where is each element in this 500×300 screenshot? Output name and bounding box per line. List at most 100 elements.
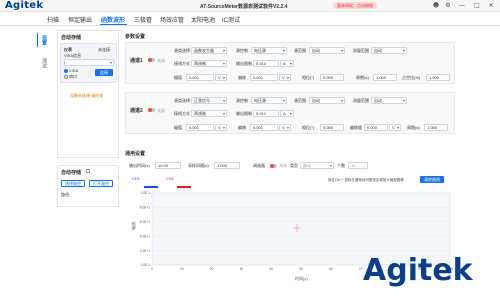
- ch2-source-control-label: 源控制: [236, 98, 248, 103]
- ch2-bias-input[interactable]: 0.000: [364, 124, 388, 131]
- ch2-offset-label: 偏移: [238, 125, 246, 130]
- maximize-icon[interactable]: □: [473, 2, 481, 10]
- ch2-source-control-select[interactable]: 电压源 ▾: [251, 97, 287, 104]
- ch1-wiring-select[interactable]: 两线制 ▾: [191, 60, 227, 67]
- left-nav: 设置 测试: [36, 33, 52, 300]
- menu-transistor[interactable]: 三极管: [134, 15, 152, 24]
- connect-button[interactable]: 连接: [95, 69, 113, 76]
- ch2-limit-unit-select[interactable]: A ▾: [280, 110, 294, 117]
- ch1-source-range-select[interactable]: 自动 ▾: [309, 47, 345, 54]
- ch1-source-type-select[interactable]: 函数发生器 ▾: [191, 47, 227, 54]
- resource-select[interactable]: ▾: [64, 59, 114, 66]
- ch1-phase-input[interactable]: 0.000: [320, 74, 344, 81]
- save-panel-title: 自动存储: [61, 170, 82, 176]
- ch2-measure-range-label: 测量范围: [353, 98, 369, 103]
- user-icon[interactable]: ☻: [432, 2, 440, 10]
- channel2-title: 通道2: [130, 108, 143, 114]
- ch1-amplitude-input[interactable]: 0.001: [186, 74, 214, 81]
- ch2-bias-unit-select[interactable]: V ▾: [389, 124, 401, 131]
- chevron-down-icon: ▾: [222, 111, 225, 116]
- ch2-offset-input[interactable]: 0.001: [250, 124, 278, 131]
- ch1-offset-unit-select[interactable]: V ▾: [279, 74, 291, 81]
- active-tab-indicator: [100, 24, 127, 25]
- y-tick-label: 2.0E+1: [140, 249, 150, 253]
- tuner-toggle[interactable]: [270, 164, 277, 168]
- channel1-toggle[interactable]: [148, 58, 155, 62]
- count-label: 个数: [337, 163, 345, 168]
- chevron-down-icon: ▾: [222, 48, 225, 53]
- close-icon[interactable]: ✕: [487, 2, 495, 10]
- ch1-duty-input[interactable]: 1.000: [426, 74, 450, 81]
- ch1-source-control-select[interactable]: 电压源 ▾: [251, 47, 287, 54]
- path-label: 路径:: [61, 192, 71, 197]
- ch2-wiring-select[interactable]: 两线制 ▾: [191, 110, 227, 117]
- x-tick-label: 0: [151, 267, 153, 271]
- ch1-offset-input[interactable]: 0.001: [250, 74, 278, 81]
- chevron-down-icon: ▾: [109, 60, 112, 65]
- radio-com[interactable]: 串口: [64, 74, 77, 80]
- channel2-toggle-label: 关闭: [157, 108, 165, 113]
- channel1-block: 通道1 关闭 源类选择 函数发生器 ▾ 源控制 电压源 ▾ 源范围 自动 ▾ 测量范围…: [125, 42, 455, 84]
- connection-panel-title: 自动存储: [61, 35, 82, 41]
- ch2-phase-input[interactable]: 0.000: [320, 124, 344, 131]
- nav-item-settings[interactable]: 设置: [41, 35, 47, 45]
- ch2-amplitude-unit-select[interactable]: V ▾: [215, 124, 227, 131]
- nav-item-test[interactable]: 测试: [41, 58, 47, 68]
- connection-warning-link[interactable]: 设备未连接!请检查: [70, 93, 103, 99]
- ch1-wiring-value: 两线制: [194, 61, 206, 66]
- ch2-period-label: 周期(s): [407, 125, 420, 130]
- ch2-wiring-label: 接线方式: [174, 111, 190, 116]
- ch1-amplitude-unit: V: [218, 75, 221, 80]
- legend-ch2-label: CH2: [166, 176, 175, 181]
- ch1-limit-input[interactable]: 0.010: [253, 60, 279, 67]
- plot-hint: 按住Ctrl + 鼠标左键拖动可框选区域放大局部图像: [328, 178, 404, 182]
- chevron-down-icon: ▾: [222, 125, 225, 130]
- chevron-down-icon: ▾: [340, 48, 343, 53]
- agitek-watermark-logo: Agitek: [363, 253, 473, 288]
- ch2-source-type-select[interactable]: 正弦信号 ▾: [191, 97, 227, 104]
- menu-scan[interactable]: 扫描: [47, 15, 59, 24]
- open-path-button[interactable]: 打开路径: [89, 180, 113, 187]
- menu-mosfet[interactable]: 场效应管: [160, 15, 184, 24]
- channel2-toggle[interactable]: [148, 108, 155, 112]
- menu-function-waveform[interactable]: 函数波形: [101, 15, 125, 24]
- type-select[interactable]: 移动 ▾: [300, 162, 334, 169]
- ch1-amplitude-unit-select[interactable]: V ▾: [215, 74, 227, 81]
- ch2-source-range-label: 源范围: [294, 98, 306, 103]
- save-panel: 自动存储 选择路径 打开路径 路径:: [57, 165, 119, 207]
- ch1-measure-range-select[interactable]: 自动 ▾: [371, 47, 407, 54]
- menu-solar-cell[interactable]: 太阳电池: [191, 15, 215, 24]
- clear-curve-button[interactable]: 清除曲线: [420, 176, 444, 183]
- duration-input[interactable]: 10.00: [155, 162, 181, 169]
- select-path-button[interactable]: 选择路径: [61, 180, 85, 187]
- count-input[interactable]: 10: [348, 162, 368, 169]
- ch1-offset-unit: V: [282, 75, 285, 80]
- ch2-source-type-value: 正弦信号: [194, 98, 210, 103]
- radio-dot-icon: [64, 68, 68, 73]
- channel1-title: 通道1: [130, 58, 143, 64]
- gear-icon[interactable]: ⚙: [444, 2, 452, 10]
- menu-ic-test[interactable]: IC测试: [222, 15, 240, 24]
- sample-interval-input[interactable]: 1.000: [214, 162, 240, 169]
- ch1-period-input[interactable]: 1.000: [373, 74, 397, 81]
- ch2-limit-input[interactable]: 0.010: [253, 110, 279, 117]
- minimize-icon[interactable]: —: [458, 2, 466, 10]
- radio-visa[interactable]: VISA: [64, 68, 78, 73]
- y-tick-label: 1.0E-1: [141, 263, 151, 267]
- ch2-offset-unit: V: [282, 125, 285, 130]
- ch2-amplitude-input[interactable]: 0.001: [186, 124, 214, 131]
- x-tick-label: 20: [210, 267, 214, 271]
- ch1-limit-unit-select[interactable]: A ▾: [280, 60, 294, 67]
- ch2-bias-unit: V: [392, 125, 395, 130]
- autosave-checkbox[interactable]: [86, 169, 90, 173]
- ch2-source-type-label: 源类选择: [174, 98, 190, 103]
- chevron-down-icon: ▾: [289, 111, 292, 116]
- ch1-period-label: 周期(s): [356, 75, 369, 80]
- license-button[interactable]: 暂未授权，点击授权: [333, 2, 377, 9]
- ch2-offset-unit-select[interactable]: V ▾: [279, 124, 291, 131]
- ch2-source-range-select[interactable]: 自动 ▾: [309, 97, 345, 104]
- ch2-measure-range-select[interactable]: 自动 ▾: [371, 97, 407, 104]
- menu-constant-output[interactable]: 恒定输出: [68, 15, 92, 24]
- ch2-source-control-value: 电压源: [254, 98, 266, 103]
- ch2-period-input[interactable]: 1.000: [424, 124, 448, 131]
